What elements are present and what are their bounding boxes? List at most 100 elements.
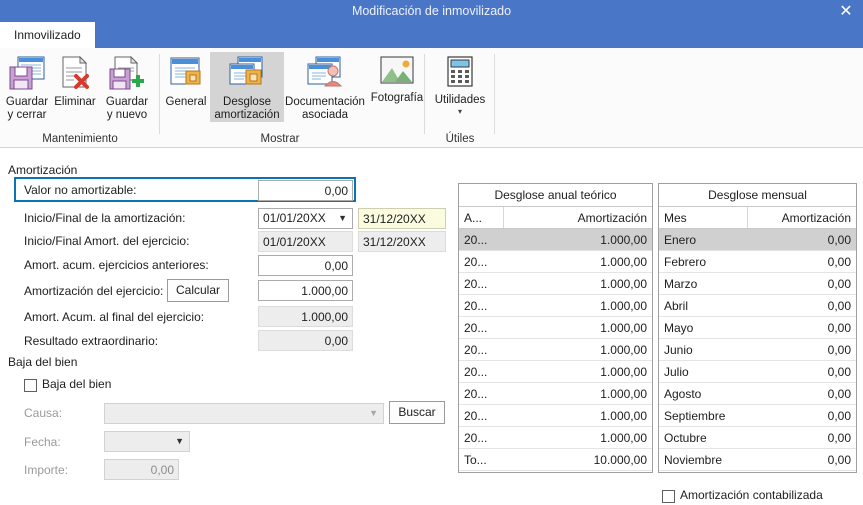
- table-row[interactable]: Abril 0,00: [659, 294, 856, 317]
- cell-month: Febrero: [659, 250, 747, 273]
- cell-amount: 1.000,00: [503, 382, 652, 405]
- label-amort-acum-anteriores: Amort. acum. ejercicios anteriores:: [24, 258, 209, 272]
- label-importe: Importe:: [24, 463, 69, 477]
- column-header-mes[interactable]: Mes: [659, 207, 748, 229]
- input-valor-no-amortizable[interactable]: [258, 180, 353, 201]
- cell-amount: 1.000,00: [747, 470, 856, 472]
- cell-month: Marzo: [659, 272, 747, 295]
- table-row-total[interactable]: To... 10.000,00: [459, 448, 652, 471]
- table-row[interactable]: 20... 1.000,00: [459, 426, 652, 449]
- ribbon-button-fotografia[interactable]: Fotografía: [366, 52, 428, 105]
- table-row[interactable]: 20... 1.000,00: [459, 338, 652, 361]
- table-row[interactable]: Marzo 0,00: [659, 272, 856, 295]
- table-row[interactable]: 20... 1.000,00: [459, 382, 652, 405]
- cell-amount: 0,00: [747, 382, 856, 405]
- ribbon-button-desglose-amortizacion[interactable]: Desglose amortización: [210, 52, 284, 122]
- cell-amount: 1.000,00: [503, 228, 652, 251]
- cell-amount: 1.000,00: [503, 338, 652, 361]
- label-resultado-extraordinario: Resultado extraordinario:: [24, 334, 159, 348]
- buscar-button[interactable]: Buscar: [389, 401, 445, 424]
- chevron-down-icon: ▼: [338, 213, 347, 223]
- column-header-amortizacion[interactable]: Amortización: [747, 207, 856, 229]
- group-divider: [424, 54, 425, 134]
- grid-mensual-body: Enero 0,00 Febrero 0,00 Marzo 0,00 Abril 0,0…: [659, 228, 856, 472]
- ribbon-button-guardar-y-nuevo[interactable]: Guardar y nuevo: [98, 52, 156, 122]
- table-row[interactable]: Noviembre 0,00: [659, 448, 856, 471]
- checkbox-box: [24, 379, 37, 392]
- table-row[interactable]: 20... 1.000,00: [459, 360, 652, 383]
- chevron-down-icon[interactable]: ▾: [427, 107, 493, 116]
- grid-caption: Desglose anual teórico: [459, 184, 652, 207]
- grid-desglose-mensual[interactable]: Desglose mensual Mes Amortización Enero 0…: [658, 183, 857, 473]
- cell-total-amount: 10.000,00: [503, 448, 652, 471]
- cell-amount: 0,00: [747, 426, 856, 449]
- cell-amount: 0,00: [747, 448, 856, 471]
- cell-month: Abril: [659, 294, 747, 317]
- column-header-amortizacion[interactable]: Amortización: [503, 207, 652, 229]
- cell-total-label: To...: [459, 448, 503, 471]
- input-final-amortizacion[interactable]: [358, 208, 446, 229]
- cell-year: 20...: [459, 294, 503, 317]
- combo-value: 01/01/20XX: [263, 211, 326, 225]
- input-importe: [104, 459, 179, 480]
- input-amort-acum-anteriores[interactable]: [258, 255, 353, 276]
- cell-amount: 0,00: [747, 404, 856, 427]
- calcular-button[interactable]: Calcular: [167, 279, 229, 302]
- combo-causa[interactable]: ▼: [104, 403, 384, 424]
- table-row[interactable]: 20... 1.000,00: [459, 272, 652, 295]
- save-new-icon: [98, 55, 156, 93]
- table-row[interactable]: Septiembre 0,00: [659, 404, 856, 427]
- combo-inicio-amortizacion[interactable]: 01/01/20XX ▼: [258, 208, 353, 229]
- ribbon-button-label: Utilidades: [434, 94, 486, 106]
- table-row[interactable]: Agosto 0,00: [659, 382, 856, 405]
- table-row[interactable]: 20... 1.000,00: [459, 294, 652, 317]
- ribbon-button-label-2: asociada: [301, 109, 349, 121]
- grid-desglose-anual[interactable]: Desglose anual teórico A... Amortización…: [458, 183, 653, 473]
- chevron-down-icon: ▼: [369, 408, 378, 418]
- cell-month: Junio: [659, 338, 747, 361]
- input-amort-acum-final: [258, 306, 353, 327]
- input-inicio-ejercicio: [258, 231, 353, 252]
- cell-amount: 1.000,00: [503, 426, 652, 449]
- ribbon-button-eliminar[interactable]: Eliminar: [52, 52, 98, 109]
- photo-icon: [366, 56, 428, 89]
- table-row[interactable]: Diciembre1.000,00: [659, 470, 856, 472]
- table-row[interactable]: 20... 1.000,00: [459, 404, 652, 427]
- ribbon-button-guardar-y-cerrar[interactable]: Guardar y cerrar: [2, 52, 52, 122]
- table-row[interactable]: Febrero 0,00: [659, 250, 856, 273]
- cell-year: 20...: [459, 250, 503, 273]
- tab-inmovilizado[interactable]: Inmovilizado: [0, 22, 95, 48]
- label-inicio-final-ejercicio: Inicio/Final Amort. del ejercicio:: [24, 234, 190, 248]
- column-header-anio[interactable]: A...: [459, 207, 504, 229]
- table-row[interactable]: 20... 1.000,00: [459, 316, 652, 339]
- group-divider: [159, 54, 160, 134]
- ribbon-button-label: Fotografía: [370, 92, 424, 104]
- cell-year: 20...: [459, 272, 503, 295]
- ribbon-group-label: Mostrar: [260, 133, 300, 145]
- combo-fecha[interactable]: ▼: [104, 431, 190, 452]
- table-row[interactable]: Julio 0,00: [659, 360, 856, 383]
- table-row[interactable]: Junio 0,00: [659, 338, 856, 361]
- table-row[interactable]: Octubre 0,00: [659, 426, 856, 449]
- cell-month: Mayo: [659, 316, 747, 339]
- table-row[interactable]: 20... 1.000,00: [459, 250, 652, 273]
- grid-anual-table: A... Amortización 20... 1.000,00 20... 1.0…: [459, 207, 652, 471]
- cell-amount: 0,00: [747, 228, 856, 251]
- section-title-amortizacion: Amortización: [8, 163, 78, 177]
- table-row[interactable]: Mayo 0,00: [659, 316, 856, 339]
- table-row[interactable]: Enero 0,00: [659, 228, 856, 251]
- label-valor-no-amortizable: Valor no amortizable:: [24, 183, 137, 197]
- cell-month: Octubre: [659, 426, 747, 449]
- close-icon[interactable]: ✕: [833, 0, 859, 22]
- grid-anual-body: 20... 1.000,00 20... 1.000,00 20... 1.000,0…: [459, 228, 652, 471]
- calculator-icon: [427, 56, 493, 91]
- ribbon-button-utilidades[interactable]: Utilidades ▾: [427, 52, 493, 116]
- ribbon-button-general[interactable]: General: [162, 52, 210, 109]
- table-row[interactable]: 20... 1.000,00: [459, 228, 652, 251]
- ribbon-button-label: Eliminar: [54, 96, 96, 108]
- ribbon-button-label: Documentación: [285, 96, 365, 108]
- input-amortizacion-ejercicio[interactable]: [258, 280, 353, 301]
- grid-caption: Desglose mensual: [659, 184, 856, 207]
- ribbon-button-documentacion-asociada[interactable]: Documentación asociada: [284, 52, 366, 122]
- table-header-row: A... Amortización: [459, 207, 652, 229]
